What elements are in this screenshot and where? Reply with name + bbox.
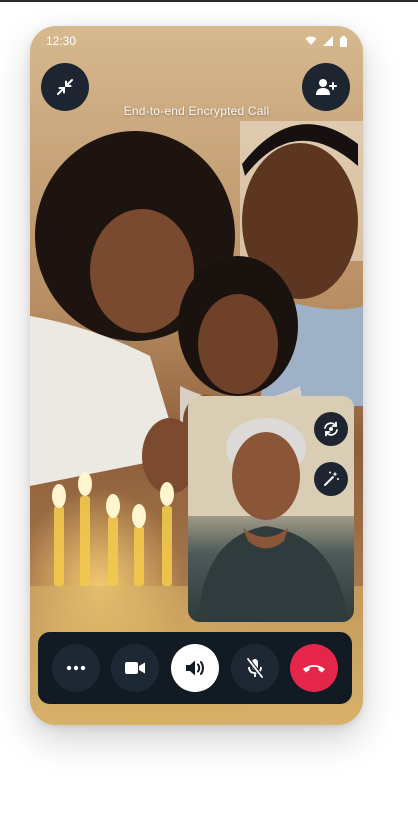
status-icons [305,35,347,47]
video-toggle-button[interactable] [111,644,160,692]
call-screen: 12:30 End-to-end Encrypted Call [30,26,363,725]
battery-icon [340,35,347,47]
add-participant-button[interactable] [302,63,350,111]
wifi-icon [305,36,317,45]
ellipsis-icon [66,665,85,671]
speaker-icon [185,660,204,676]
speaker-button[interactable] [170,644,219,692]
self-view-video[interactable] [188,396,354,622]
effects-button[interactable] [314,462,348,496]
status-time: 12:30 [46,34,77,48]
more-options-button[interactable] [51,644,100,692]
video-camera-icon [125,662,146,674]
camera-flip-icon [324,421,338,437]
collapse-arrows-icon [57,79,73,95]
end-call-button[interactable] [290,644,339,692]
flip-camera-button[interactable] [314,412,348,446]
mute-button[interactable] [230,644,279,692]
magic-wand-icon [324,471,339,486]
window-top-border [0,0,418,2]
status-bar: 12:30 [30,26,363,56]
call-controls [38,632,352,704]
hang-up-icon [303,665,326,673]
add-person-icon [316,79,337,95]
microphone-muted-icon [245,657,264,679]
minimize-call-button[interactable] [41,63,89,111]
cellular-signal-icon [323,36,333,46]
